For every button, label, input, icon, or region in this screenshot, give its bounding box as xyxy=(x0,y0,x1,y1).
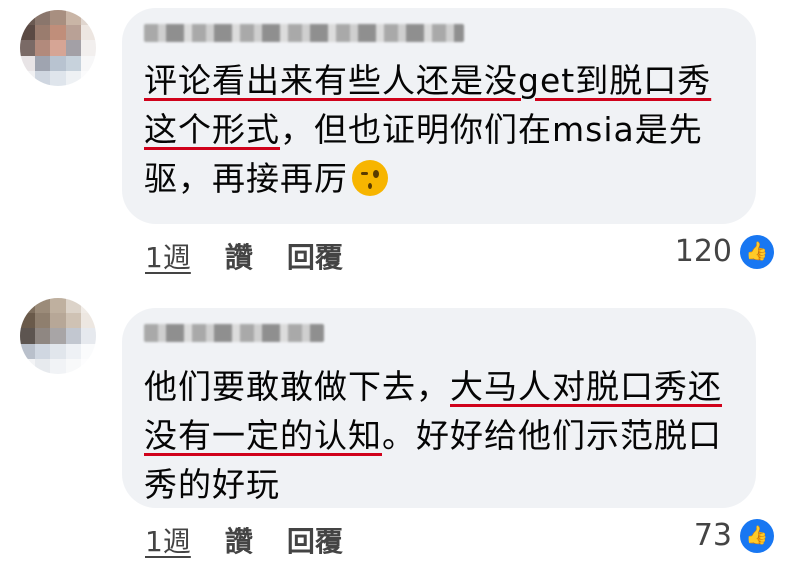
comment-bubble: 评论看出来有些人还是没get到脱口秀这个形式，但也证明你们在msia是先驱，再接… xyxy=(122,8,756,224)
commenter-name-blurred[interactable] xyxy=(144,24,464,42)
reaction-summary[interactable]: 73 👍 xyxy=(694,518,774,553)
comment-text: 评论看出来有些人还是没get到脱口秀这个形式，但也证明你们在msia是先驱，再接… xyxy=(144,56,744,203)
like-button[interactable]: 讚 xyxy=(225,520,253,560)
comment-bubble: 他们要敢敢做下去，大马人对脱口秀还没有一定的认知。好好给他们示范脱口秀的好玩 xyxy=(122,308,756,508)
avatar[interactable] xyxy=(20,10,96,86)
comment-timestamp[interactable]: 1週 xyxy=(145,520,191,560)
comment-actions: 1週 讚 回覆 xyxy=(145,520,343,560)
comment-text-plain: 他们要敢敢做下去， xyxy=(144,367,450,406)
comment-timestamp[interactable]: 1週 xyxy=(145,236,191,276)
like-button[interactable]: 讚 xyxy=(225,236,253,276)
winking-face-icon xyxy=(352,160,388,196)
like-icon: 👍 xyxy=(740,234,774,269)
reply-button[interactable]: 回覆 xyxy=(287,520,343,560)
like-icon: 👍 xyxy=(740,518,774,553)
reaction-summary[interactable]: 120 👍 xyxy=(675,234,774,269)
comment-actions: 1週 讚 回覆 xyxy=(145,236,343,276)
avatar[interactable] xyxy=(20,298,96,374)
reaction-count: 120 xyxy=(674,234,732,269)
commenter-name-blurred[interactable] xyxy=(144,324,324,342)
comment-text: 他们要敢敢做下去，大马人对脱口秀还没有一定的认知。好好给他们示范脱口秀的好玩 xyxy=(144,362,744,509)
reply-button[interactable]: 回覆 xyxy=(287,236,343,276)
reaction-count: 73 xyxy=(693,518,732,553)
